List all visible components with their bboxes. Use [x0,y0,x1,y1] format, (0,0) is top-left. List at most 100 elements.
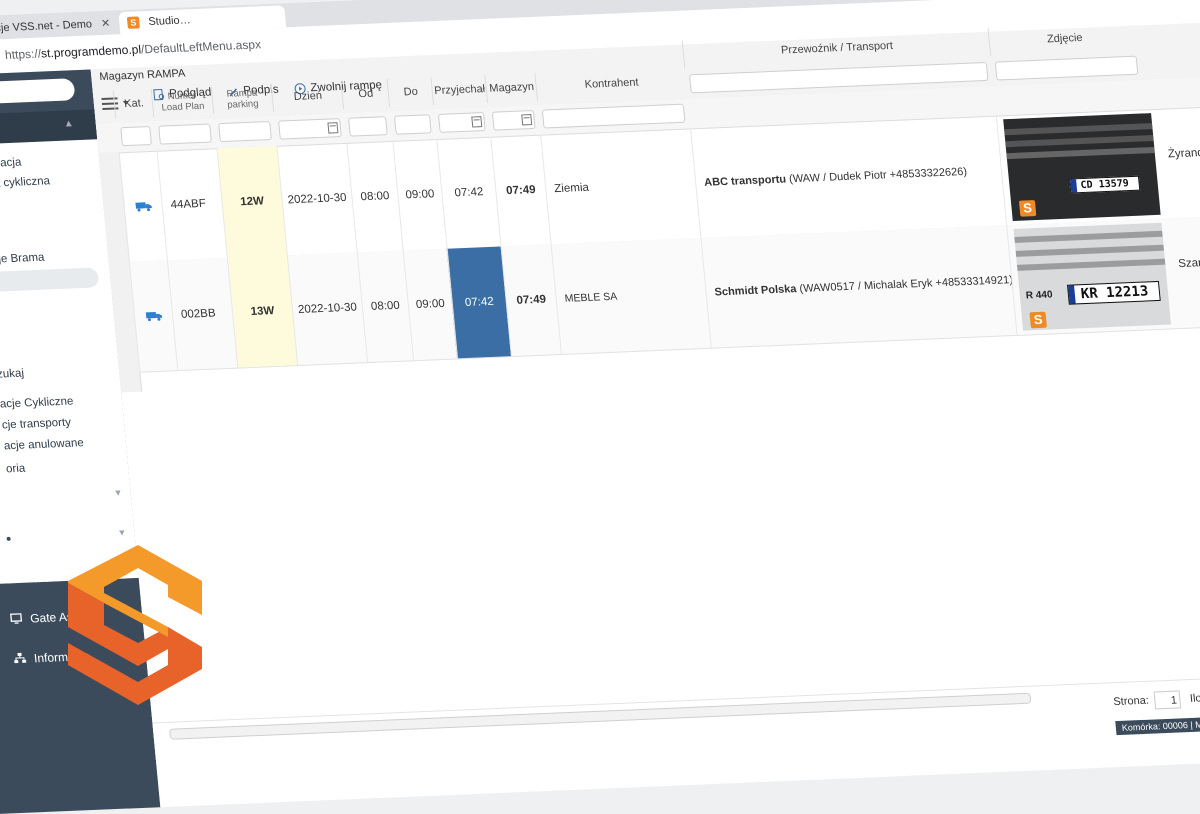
cell-dzien: 2022-10-30 [276,142,357,256]
plate-text: KR 12213 [1080,283,1150,303]
filter-magazyn[interactable] [491,109,536,131]
cell-rampa: 13W [226,255,298,368]
cell-extra: Żyrando [1167,146,1200,161]
grille-bar [1015,244,1165,257]
cell-load-plan: 002BB [166,257,238,371]
col-magazyn[interactable]: Magazyn [484,72,538,103]
studio-watermark-icon: S [1018,200,1037,217]
cell-zdjecie[interactable]: CD 13579 S [995,108,1167,226]
license-plate: KR 12213 [1066,280,1161,305]
monitor-icon [10,613,23,624]
filter-przyjechal[interactable] [437,112,486,133]
grille-bar [1006,147,1155,160]
url-scheme: https:// [4,46,42,63]
sidebar-item-historia[interactable]: oria [6,463,26,476]
license-plate: CD 13579 [1068,175,1141,194]
status-bar: Komórka: 00006 | Ma [1115,712,1200,736]
chevron-down-icon[interactable]: ▼ [113,488,123,498]
page-number-input[interactable]: 1 [1154,690,1182,710]
cell-dzien: 2022-10-30 [286,252,368,366]
grid-footer: Strona: 1 Ilość reko Komórka: 00006 | Ma [152,674,1200,764]
chevron-down-icon[interactable]: ▼ [117,527,127,537]
sidebar-group-kartoteki[interactable]: Kartoteki ▼ [0,476,133,519]
col-zdjecie[interactable]: Zdjęcie [987,21,1142,56]
truck-photo[interactable]: CD 13579 S [1003,113,1161,221]
grille-bar [1005,135,1154,148]
sitemap-icon [14,652,27,664]
col-load-plan-line2: Load Plan [161,100,205,114]
col-load-plan[interactable]: Numer Load Plan [150,86,214,117]
grille-bar [1016,258,1166,271]
cell-przewoznik: ABC transportu (WAW / Dudek Piotr +48533… [690,115,1007,239]
pager-label: Strona: [1112,694,1150,709]
filter-rampa[interactable] [218,121,272,143]
sidebar-item-awizacje-anulowane[interactable]: acje anulowane [3,437,84,452]
carrier-name: ABC transportu [703,173,787,189]
carrier-detail: (WAW0517 / Michalak Eryk +48533314921) [798,274,1014,295]
eu-band [1070,179,1078,193]
calendar-icon[interactable] [471,116,483,128]
sidebar-item-awizacje-brama[interactable]: acje Brama [0,252,45,266]
cell-kontrahent: Ziemia [540,128,701,245]
folder-icon [0,495,11,503]
sidebar-item-awizacje-cykliczne[interactable]: acje Cykliczne [0,396,74,411]
carrier-name: Schmidt Polska [714,283,798,299]
url-text[interactable]: https://st.programdemo.pl/DefaultLeftMen… [4,37,261,62]
filter-do[interactable] [393,114,432,135]
eu-band [1068,285,1076,304]
cell-rampa: 12W [216,145,287,258]
url-domain: st.programdemo.pl [40,42,142,61]
calendar-icon[interactable] [327,122,339,134]
plate-prefix: R 440 [1025,289,1054,302]
record-count-label: Ilość reko [1189,691,1200,705]
cell-extra: Szaro [1177,256,1200,271]
truck-icon [134,202,152,212]
studio-logo-icon [68,545,202,705]
sidebar-item-awizacja-cykliczna[interactable]: acja cykliczna [0,175,51,190]
col-do[interactable]: Do [386,77,435,108]
close-icon[interactable]: ✕ [101,18,111,30]
cell-zdjecie[interactable]: R 440 KR 12213 S [1006,218,1177,335]
cell-kontrahent: MEBLE SA [550,238,711,355]
sidebar-item-selected[interactable]: n [0,267,100,293]
grid-icon [6,573,18,584]
sidebar-item-awizacja[interactable]: awizacja [0,156,22,170]
tab-title: emo Awizacje VSS.net - Demo [0,18,93,36]
horizontal-scrollbar[interactable] [169,692,1032,740]
filter-dzien[interactable] [278,118,342,140]
col-od[interactable]: Od [340,79,391,109]
truck-photo[interactable]: R 440 KR 12213 S [1013,222,1172,331]
col-dzien[interactable]: Dzień [270,80,345,112]
grille-bar [1004,123,1153,136]
col-rampa[interactable]: Rampa parking [210,83,274,115]
filter-kontrahent[interactable] [541,103,686,129]
grid-panel: Magazyn RAMPA Podgląd Podpis Zwolnij ram… [90,21,1200,808]
chevron-up-icon[interactable]: ▲ [63,118,74,129]
col-kontrahent[interactable]: Kontrahent [534,66,688,101]
truck-icon [145,311,162,322]
sidebar-item-szukaj[interactable]: zukaj [0,368,25,381]
col-kat[interactable]: Kat. [112,88,155,119]
calendar-icon[interactable] [521,114,533,126]
studio-watermark-icon: S [1029,311,1047,329]
cell-przewoznik: Schmidt Polska (WAW0517 / Michalak Eryk … [700,225,1017,348]
tab-title: Studio… [147,14,192,28]
studio-favicon-icon: S [126,16,140,29]
url-path: /DefaultLeftMenu.aspx [140,37,262,57]
filter-od[interactable] [348,116,388,137]
camera-icon [3,535,14,543]
filter-kat[interactable] [120,126,152,147]
grille-bar [1014,230,1163,243]
sidebar-group-label: Kartoteki [18,489,67,506]
carrier-detail: (WAW / Dudek Piotr +48533322626) [788,165,968,186]
filter-load-plan[interactable] [158,123,212,145]
sidebar-search-input[interactable]: szukaj [0,78,76,106]
pager: Strona: 1 Ilość reko [1113,688,1200,711]
col-rampa-line2: parking [226,98,260,111]
col-przyjechal[interactable]: Przyjechał [430,74,489,106]
sidebar-item-awizacje-transporty[interactable]: cje transporty [1,417,71,432]
plate-text: CD 13579 [1080,178,1130,192]
grid-title: Magazyn RAMPA [98,67,186,84]
sidebar-group-label: LPR [22,530,47,546]
cell-load-plan: 44ABF [156,148,227,261]
